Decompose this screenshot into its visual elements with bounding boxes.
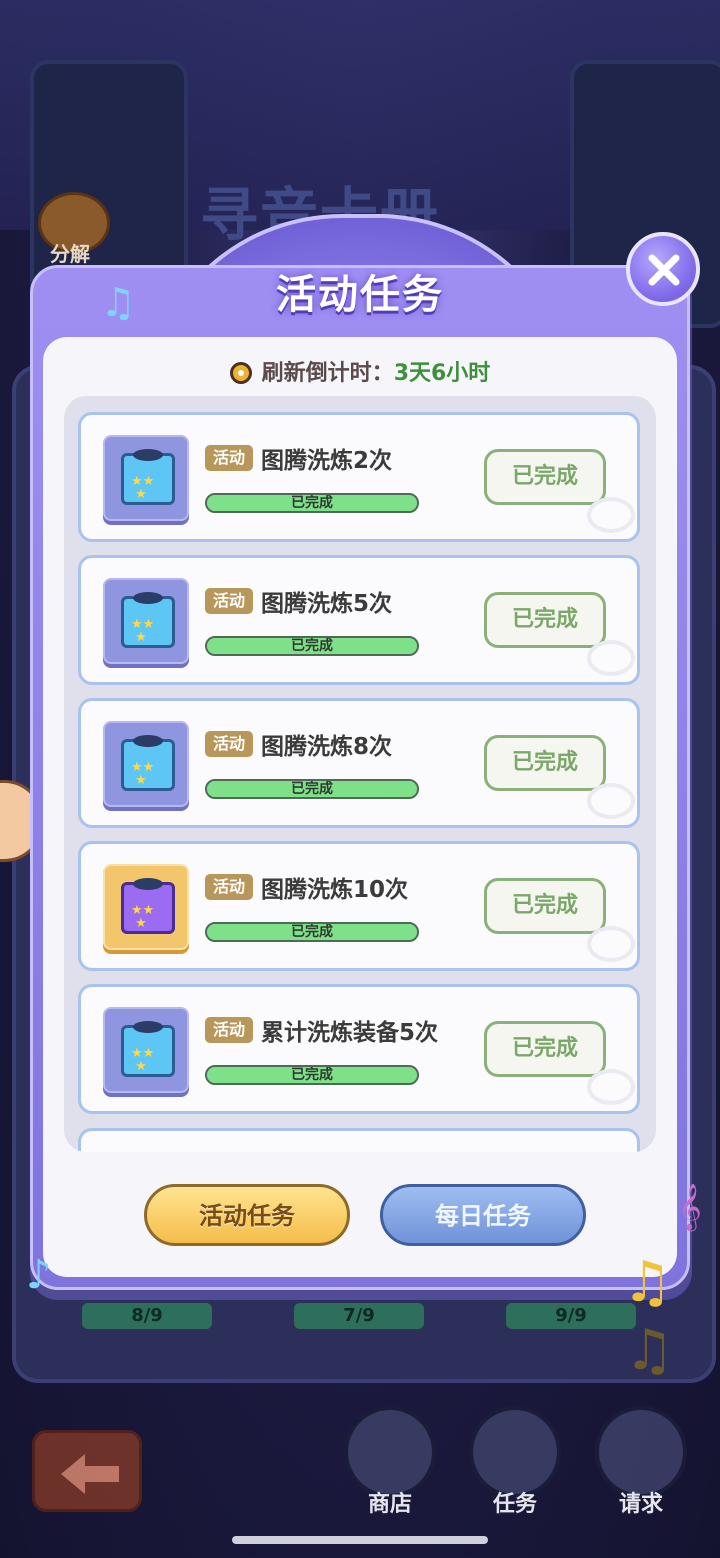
album-progress-3: 9/9 xyxy=(506,1303,636,1329)
nav-tasks[interactable]: 任务 xyxy=(465,1406,565,1517)
music-note-icon: ♫ xyxy=(622,1250,673,1315)
task-title: 图腾洗炼2次 xyxy=(261,448,393,474)
task-tag: 活动 xyxy=(205,874,253,900)
music-note-icon: 𝄞 xyxy=(678,1184,702,1230)
task-tag: 活动 xyxy=(205,445,253,471)
tab-activity-tasks[interactable]: 活动任务 xyxy=(144,1184,350,1246)
task-tag: 活动 xyxy=(205,731,253,757)
task-progress-text: 已完成 xyxy=(291,781,333,797)
task-completed-button[interactable]: 已完成 xyxy=(484,1021,606,1077)
task-progress-bar: 已完成 xyxy=(205,636,419,656)
blue-music-box-icon: ★★ ★ xyxy=(103,578,189,664)
task-progress-text: 已完成 xyxy=(291,924,333,940)
vinyl-decoration-icon xyxy=(587,640,635,676)
album-progress-1: 8/9 xyxy=(82,1303,212,1329)
nav-request-label: 请求 xyxy=(618,1492,663,1517)
vinyl-decoration-icon xyxy=(587,497,635,533)
mailbox-icon xyxy=(344,1406,436,1498)
task-completed-button[interactable]: 已完成 xyxy=(484,878,606,934)
task-row: ★★ ★ 活动 图腾洗炼8次 已完成 已完成 xyxy=(78,698,640,828)
task-row: ★★ ★ 活动 图腾洗炼10次 已完成 已完成 xyxy=(78,841,640,971)
task-progress-bar: 已完成 xyxy=(205,779,419,799)
music-note-icon: ♫ xyxy=(100,280,136,326)
nav-shop-label: 商店 xyxy=(367,1492,412,1517)
task-title: 图腾洗炼10次 xyxy=(261,877,409,903)
close-icon xyxy=(648,254,680,286)
blue-music-box-icon: ★★ ★ xyxy=(103,435,189,521)
music-note-icon: ♫ xyxy=(624,1318,675,1383)
vinyl-decoration-icon xyxy=(587,926,635,962)
task-progress-text: 已完成 xyxy=(291,1067,333,1083)
back-arrow-icon xyxy=(61,1454,119,1494)
nav-request[interactable]: 请求 xyxy=(591,1406,691,1517)
gold-music-box-icon: ★★ ★ xyxy=(103,864,189,950)
tab-daily-tasks[interactable]: 每日任务 xyxy=(380,1184,586,1246)
album-progress-2: 7/9 xyxy=(294,1303,424,1329)
task-title: 图腾洗炼5次 xyxy=(261,591,393,617)
task-progress-bar: 已完成 xyxy=(205,922,419,942)
task-completed-button[interactable]: 已完成 xyxy=(484,592,606,648)
nav-shop[interactable]: 商店 xyxy=(340,1406,440,1517)
nav-tasks-label: 任务 xyxy=(492,1492,537,1517)
countdown-label: 刷新倒计时： xyxy=(261,361,394,386)
task-progress-text: 已完成 xyxy=(291,638,333,654)
task-row: ★★ ★ 活动 图腾洗炼5次 已完成 已完成 xyxy=(78,555,640,685)
task-tag: 活动 xyxy=(205,588,253,614)
task-tag: 活动 xyxy=(205,1017,253,1043)
task-title: 图腾洗炼8次 xyxy=(261,734,393,760)
task-completed-button[interactable]: 已完成 xyxy=(484,449,606,505)
task-list[interactable]: ★★ ★ 活动 图腾洗炼2次 已完成 已完成 ★★ ★ 活动 图腾洗炼5次 已完… xyxy=(64,396,656,1152)
decompose-button[interactable]: 分解 xyxy=(38,192,110,268)
task-row-partial xyxy=(78,1128,640,1152)
refresh-countdown: 刷新倒计时：3天6小时 xyxy=(0,355,720,387)
task-row: ★★ ★ 活动 累计洗炼装备5次 已完成 已完成 xyxy=(78,984,640,1114)
close-button[interactable] xyxy=(626,232,700,306)
task-progress-bar: 已完成 xyxy=(205,493,419,513)
task-title: 累计洗炼装备5次 xyxy=(261,1020,439,1046)
countdown-value: 3天6小时 xyxy=(393,361,491,386)
clock-icon xyxy=(229,362,252,384)
back-button[interactable] xyxy=(32,1430,142,1512)
task-completed-button[interactable]: 已完成 xyxy=(484,735,606,791)
blue-music-box-icon: ★★ ★ xyxy=(103,1007,189,1093)
blue-music-box-icon: ★★ ★ xyxy=(103,721,189,807)
book-icon xyxy=(469,1406,561,1498)
task-progress-bar: 已完成 xyxy=(205,1065,419,1085)
home-indicator[interactable] xyxy=(232,1536,488,1544)
task-progress-text: 已完成 xyxy=(291,495,333,511)
stamp-icon xyxy=(595,1406,687,1498)
vinyl-decoration-icon xyxy=(587,1069,635,1105)
task-row: ★★ ★ 活动 图腾洗炼2次 已完成 已完成 xyxy=(78,412,640,542)
music-note-icon: ♪ xyxy=(26,1252,52,1298)
vinyl-decoration-icon xyxy=(587,783,635,819)
